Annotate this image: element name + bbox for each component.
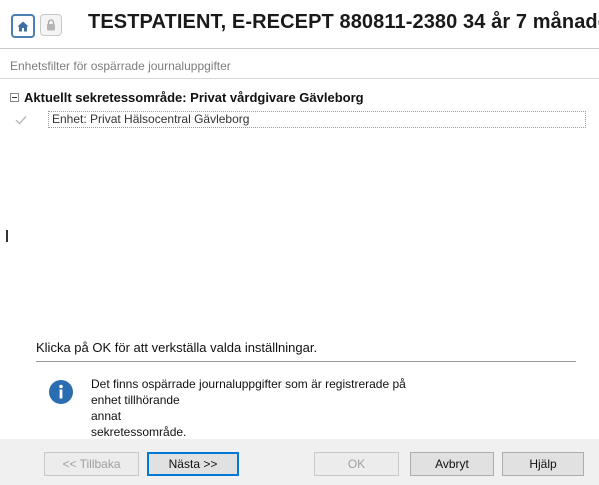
unit-checkbox[interactable]	[14, 113, 27, 126]
tree-unit-row[interactable]: Enhet: Privat Hälsocentral Gävleborg	[12, 111, 586, 128]
header-divider	[0, 48, 599, 49]
back-button[interactable]: << Tillbaka	[44, 452, 139, 476]
group-label: Aktuellt sekretessområde: Privat vårdgiv…	[24, 89, 364, 105]
patient-header: TESTPATIENT, E-RECEPT 880811-2380 34 år …	[0, 0, 599, 48]
info-line-3: sekretessområde.	[91, 425, 187, 439]
info-line-2: annat	[91, 409, 122, 423]
info-message: Det finns ospärrade journaluppgifter som…	[91, 376, 421, 440]
info-icon	[49, 380, 73, 404]
home-button[interactable]	[11, 14, 35, 38]
hint-separator	[36, 361, 576, 362]
tree-group-row[interactable]: Aktuellt sekretessområde: Privat vårdgiv…	[10, 89, 364, 105]
dialog-caption: Enhetsfilter för ospärrade journaluppgif…	[10, 59, 231, 73]
caption-divider	[0, 78, 599, 79]
home-icon	[17, 21, 29, 31]
dialog-footer: << Tillbaka Nästa >> OK Avbryt Hjälp	[0, 439, 599, 485]
ok-hint-text: Klicka på OK för att verkställa valda in…	[36, 340, 318, 355]
patient-title: TESTPATIENT, E-RECEPT 880811-2380 34 år …	[88, 11, 599, 33]
collapse-icon[interactable]	[10, 92, 19, 102]
lock-icon	[47, 19, 55, 31]
lock-button[interactable]	[40, 14, 62, 36]
unit-label: Enhet: Privat Hälsocentral Gävleborg	[48, 111, 586, 128]
resize-handle[interactable]	[6, 230, 8, 242]
ok-button[interactable]: OK	[314, 452, 399, 476]
cancel-button[interactable]: Avbryt	[410, 452, 494, 476]
next-button[interactable]: Nästa >>	[147, 452, 239, 476]
checkmark-icon	[15, 115, 27, 125]
info-line-1: Det finns ospärrade journaluppgifter som…	[91, 377, 406, 407]
help-button[interactable]: Hjälp	[502, 452, 584, 476]
